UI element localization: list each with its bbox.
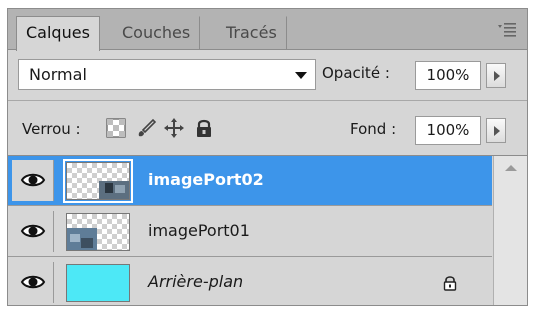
tab-calques[interactable]: Calques — [16, 16, 100, 51]
layers-list: imagePort02 imagePort01 Arrière-plan — [8, 155, 527, 305]
lock-label: Verrou : — [22, 120, 81, 138]
blend-mode-select[interactable]: Normal — [18, 59, 316, 90]
fill-input[interactable]: 100% — [415, 116, 481, 145]
fill-label: Fond : — [350, 120, 397, 138]
opacity-input[interactable]: 100% — [415, 61, 481, 90]
layer-lock-icon — [441, 274, 459, 292]
blend-mode-value: Normal — [29, 65, 87, 84]
layer-thumbnail — [63, 159, 133, 203]
lock-image-pixels-brush-icon[interactable] — [134, 116, 158, 140]
layers-scrollbar[interactable] — [493, 156, 527, 305]
visibility-eye-icon[interactable] — [12, 262, 54, 303]
layer-thumbnail — [66, 264, 130, 302]
layer-name: Arrière-plan — [148, 272, 244, 291]
opacity-slider-arrow-icon[interactable] — [486, 63, 506, 88]
lock-all-padlock-icon[interactable] — [192, 116, 216, 140]
tab-traces[interactable]: Tracés — [216, 16, 287, 50]
layer-thumbnail — [66, 213, 130, 251]
lock-transparent-pixels-icon[interactable] — [104, 116, 128, 140]
layer-name: imagePort02 — [148, 170, 264, 189]
tab-couches[interactable]: Couches — [112, 16, 201, 50]
layers-panel: Calques Couches Tracés Normal Opacité : … — [7, 8, 528, 306]
visibility-eye-icon[interactable] — [12, 211, 54, 252]
tab-bar: Calques Couches Tracés — [8, 9, 527, 51]
visibility-eye-icon[interactable] — [12, 160, 54, 201]
layer-row-imageport02[interactable]: imagePort02 — [8, 156, 492, 206]
lock-position-move-icon[interactable] — [162, 116, 186, 140]
panel-menu-icon[interactable] — [497, 20, 517, 38]
fill-slider-arrow-icon[interactable] — [486, 118, 506, 143]
opacity-label: Opacité : — [322, 64, 390, 82]
layer-row-imageport01[interactable]: imagePort01 — [8, 207, 492, 257]
chevron-down-icon — [295, 72, 307, 79]
scroll-up-icon[interactable] — [505, 165, 517, 171]
layer-name: imagePort01 — [148, 221, 250, 240]
divider — [8, 100, 527, 101]
layer-row-arriere-plan[interactable]: Arrière-plan — [8, 258, 492, 305]
